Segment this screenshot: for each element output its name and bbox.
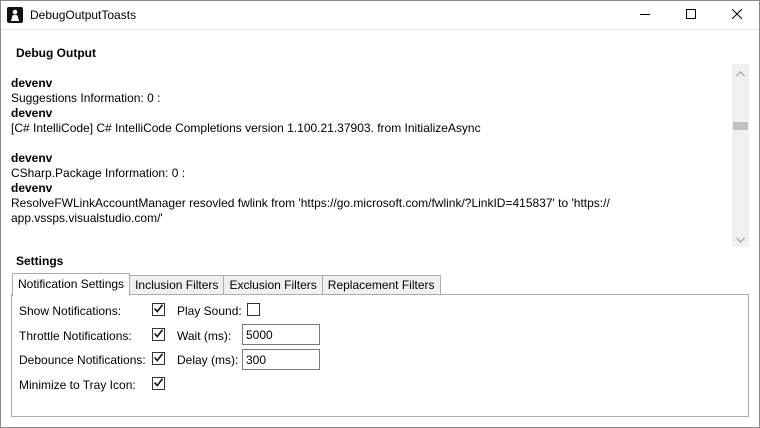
play-sound-label: Play Sound: [177, 304, 242, 318]
debug-output-heading: Debug Output [16, 46, 96, 60]
checkmark-icon [153, 303, 164, 317]
checkmark-icon [153, 328, 164, 342]
log-line-message: [C# IntelliCode] C# IntelliCode Completi… [11, 121, 481, 135]
debounce-notifications-label: Debounce Notifications: [19, 353, 146, 367]
tab-replacement-filters[interactable]: Replacement Filters [321, 275, 441, 296]
close-button[interactable] [714, 0, 760, 30]
delay-ms-label: Delay (ms): [177, 353, 239, 367]
maximize-button[interactable] [668, 0, 714, 30]
wait-ms-label: Wait (ms): [177, 329, 232, 343]
wait-ms-input[interactable] [242, 324, 320, 345]
log-line-source: devenv [11, 106, 53, 120]
settings-heading: Settings [16, 254, 64, 268]
delay-ms-input[interactable] [242, 349, 320, 370]
log-line-message: Suggestions Information: 0 : [11, 91, 161, 105]
maximize-icon [686, 8, 696, 22]
show-notifications-label: Show Notifications: [19, 304, 122, 318]
output-lines: devenv Suggestions Information: 0 : deve… [11, 76, 727, 226]
minimize-to-tray-label: Minimize to Tray Icon: [19, 378, 136, 392]
tab-notification-settings[interactable]: Notification Settings [12, 273, 131, 296]
minimize-icon [640, 8, 650, 22]
close-icon [731, 8, 743, 22]
log-line-source: devenv [11, 151, 53, 165]
output-scrollbar[interactable] [732, 64, 749, 247]
chevron-down-icon [736, 232, 745, 246]
window-title: DebugOutputToasts [30, 8, 137, 22]
throttle-notifications-label: Throttle Notifications: [19, 329, 132, 343]
throttle-notifications-checkbox[interactable] [152, 328, 165, 341]
minimize-button[interactable] [622, 0, 668, 30]
settings-tabs: Notification Settings Inclusion Filters … [12, 273, 441, 296]
play-sound-checkbox[interactable] [247, 303, 260, 316]
debug-output-log[interactable]: devenv Suggestions Information: 0 : deve… [11, 64, 749, 247]
debounce-notifications-checkbox[interactable] [152, 352, 165, 365]
checkmark-icon [153, 377, 164, 391]
notification-settings-panel: Show Notifications: Play Sound: Throttle… [11, 294, 749, 417]
log-line-blank [11, 136, 727, 151]
scroll-thumb[interactable] [733, 122, 748, 130]
tab-exclusion-filters[interactable]: Exclusion Filters [223, 275, 323, 296]
log-line-source: devenv [11, 181, 53, 195]
log-line-source: devenv [11, 76, 53, 90]
app-icon [7, 7, 23, 23]
chevron-up-icon [736, 66, 745, 80]
tab-inclusion-filters[interactable]: Inclusion Filters [129, 275, 225, 296]
title-bar[interactable]: DebugOutputToasts [0, 0, 760, 30]
scroll-up-button[interactable] [732, 64, 749, 81]
scroll-down-button[interactable] [732, 230, 749, 247]
minimize-to-tray-checkbox[interactable] [152, 377, 165, 390]
log-line-message: ResolveFWLinkAccountManager resovled fwl… [11, 196, 610, 210]
log-line-message: app.vssps.visualstudio.com/' [11, 211, 163, 225]
log-line-message: CSharp.Package Information: 0 : [11, 166, 186, 180]
show-notifications-checkbox[interactable] [152, 303, 165, 316]
checkmark-icon [153, 352, 164, 366]
